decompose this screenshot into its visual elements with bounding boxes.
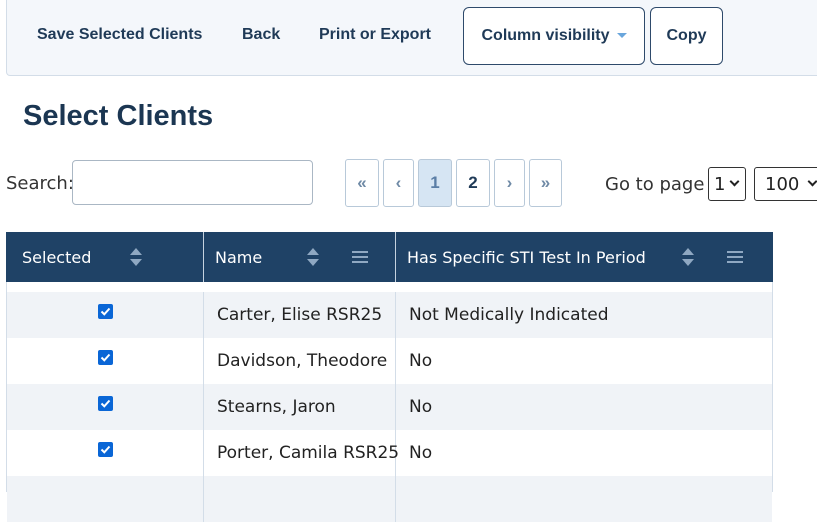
column-header-label: Has Specific STI Test In Period <box>407 247 646 267</box>
last-page-button[interactable]: » <box>529 159 562 207</box>
row-checkbox[interactable] <box>97 349 113 365</box>
checkmark-icon <box>100 353 110 362</box>
back-button[interactable]: Back <box>242 0 280 70</box>
checkmark-icon <box>100 307 110 316</box>
sort-icon[interactable] <box>130 248 142 266</box>
column-visibility-label: Column visibility <box>481 27 610 44</box>
table-row[interactable] <box>7 476 772 522</box>
search-label: Search: <box>6 173 74 194</box>
table-header: Selected Name Has Specific STI Test In P… <box>6 232 773 282</box>
column-header-selected[interactable]: Selected <box>6 232 204 282</box>
sort-icon[interactable] <box>682 248 694 266</box>
column-header-label: Selected <box>22 247 92 267</box>
column-header-label: Name <box>215 247 263 267</box>
goto-page-select[interactable]: 1 <box>708 167 746 201</box>
sti-cell: No <box>409 351 433 371</box>
goto-page-label: Go to page <box>605 174 705 195</box>
page-button-1[interactable]: 1 <box>418 159 452 207</box>
name-cell: Carter, Elise RSR25 <box>204 292 396 338</box>
copy-label: Copy <box>666 27 707 44</box>
chevron-down-icon <box>730 176 740 187</box>
save-selected-clients-button[interactable]: Save Selected Clients <box>37 0 202 70</box>
prev-page-button[interactable]: ‹ <box>383 159 414 207</box>
checkmark-icon <box>100 445 110 454</box>
selected-cell <box>7 292 204 338</box>
table-row[interactable]: Porter, Camila RSR25 No <box>7 430 772 476</box>
page-size-select[interactable]: 100 <box>754 167 817 201</box>
selected-cell <box>7 384 204 430</box>
page-size-value: 100 <box>765 173 800 195</box>
page-button-2[interactable]: 2 <box>456 159 490 207</box>
selected-cell <box>7 430 204 476</box>
row-checkbox[interactable] <box>97 441 113 457</box>
print-export-button[interactable]: Print or Export <box>319 0 431 70</box>
table-row[interactable]: Carter, Elise RSR25 Not Medically Indica… <box>7 292 772 338</box>
row-checkbox[interactable] <box>97 303 113 319</box>
next-page-button[interactable]: › <box>494 159 525 207</box>
sti-cell: No <box>409 443 433 463</box>
checkmark-icon <box>100 399 110 408</box>
goto-page-value: 1 <box>714 173 726 195</box>
toolbar: Save Selected Clients Back Print or Expo… <box>6 0 817 76</box>
column-header-name[interactable]: Name <box>204 232 396 282</box>
name-cell: Porter, Camila RSR25 <box>204 430 399 476</box>
column-header-sti-test[interactable]: Has Specific STI Test In Period <box>396 232 773 282</box>
name-cell <box>204 476 396 522</box>
table-row[interactable]: Davidson, Theodore No <box>7 338 772 384</box>
column-visibility-button[interactable]: Column visibility <box>463 7 645 65</box>
copy-button[interactable]: Copy <box>650 7 723 65</box>
column-menu-icon[interactable] <box>352 250 368 264</box>
selected-cell <box>7 476 204 522</box>
selected-cell <box>7 338 204 384</box>
name-cell: Davidson, Theodore <box>204 338 396 384</box>
caret-down-icon <box>616 32 627 38</box>
table-row[interactable]: Stearns, Jaron No <box>7 384 772 430</box>
table-body: Carter, Elise RSR25 Not Medically Indica… <box>6 282 773 522</box>
name-cell: Stearns, Jaron <box>204 384 396 430</box>
sort-icon[interactable] <box>307 248 319 266</box>
sti-cell <box>396 476 772 522</box>
page-title: Select Clients <box>23 100 214 132</box>
sti-cell: No <box>409 397 433 417</box>
row-checkbox[interactable] <box>97 395 113 411</box>
first-page-button[interactable]: « <box>345 159 379 207</box>
search-input[interactable] <box>72 160 313 205</box>
column-menu-icon[interactable] <box>727 250 743 264</box>
chevron-down-icon <box>807 176 817 187</box>
sti-cell: Not Medically Indicated <box>409 305 609 325</box>
